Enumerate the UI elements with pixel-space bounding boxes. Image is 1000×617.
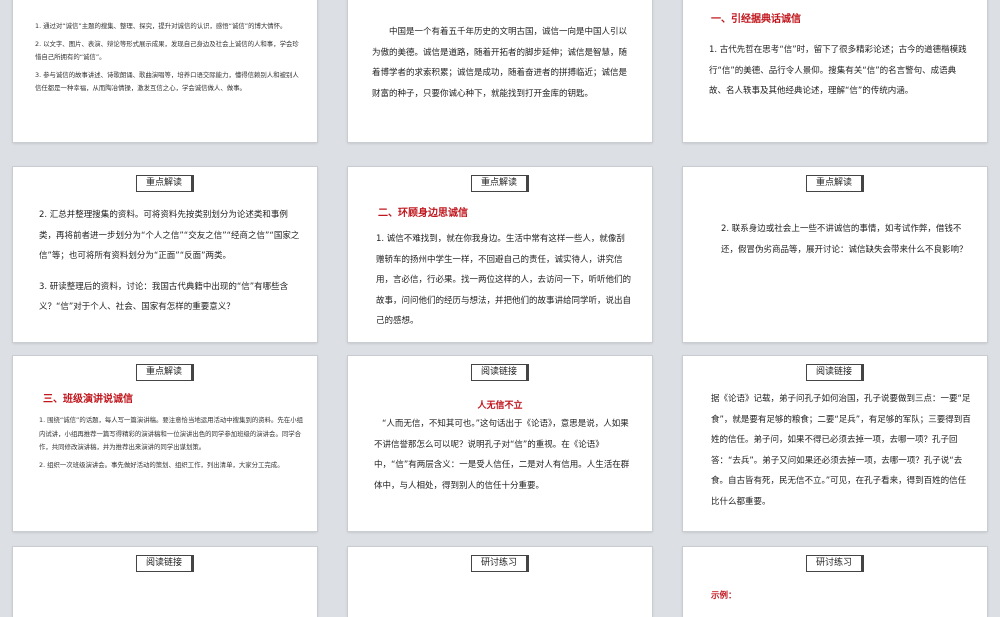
- slide-reading-link-1[interactable]: 阅读链接 人无信不立 “人而无信，不知其可也。”这句话出于《论语》，意思是说，人…: [348, 356, 652, 531]
- slide-practice-1[interactable]: 研讨练习: [348, 547, 652, 617]
- slide-tag: 研讨练习: [805, 555, 865, 572]
- section-three-heading: 三、班级演讲说诚信: [43, 394, 133, 405]
- list-item: 2. 组织一次班级演讲会。事先做好活动的策划、组织工作，列出清单，大家分工完成。: [39, 460, 284, 469]
- introduction-text: 中国是一个有着五千年历史的文明古国，诚信一向是中国人引以为傲的美德。诚信是道路，…: [372, 27, 628, 99]
- objectives-list: 1. 通过对“诚信”主题的搜集、整理、探究，提升对诚信的认识，感悟“诚信”的博大…: [35, 20, 303, 100]
- list-item: 1. 围绕“诚信”的话题，每人写一篇演讲稿。要注意恰当地运用活动中搜集到的资料。…: [39, 416, 303, 451]
- example-label: 示例：: [711, 591, 737, 601]
- slide-tag: 阅读链接: [805, 364, 865, 381]
- slide-key-points-3[interactable]: 重点解读 2. 联系身边或社会上一些不讲诚信的事情，如考试作弊，借钱不还，假冒伪…: [683, 167, 987, 342]
- key-points-text-3: 2. 联系身边或社会上一些不讲诚信的事情，如考试作弊，借钱不还，假冒伪劣商品等，…: [721, 224, 968, 255]
- slide-tag: 重点解读: [135, 364, 195, 381]
- slide-section-three[interactable]: 重点解读 三、班级演讲说诚信 1. 围绕“诚信”的话题，每人写一篇演讲稿。要注意…: [13, 356, 317, 531]
- key-points-text-1: 2. 汇总并整理搜集的资料。可将资料先按类别划分为论述类和事例类，再将前者进一步…: [39, 205, 301, 318]
- reading-text-1: “人而无信，不知其可也。”这句话出于《论语》，意思是说，人如果不讲信誉那怎么可以…: [374, 419, 630, 491]
- reading-title: 人无信不立: [477, 401, 523, 411]
- objective-item-1: 1. 通过对“诚信”主题的搜集、整理、探究，提升对诚信的认识，感悟“诚信”的博大…: [35, 22, 287, 30]
- slide-section-one[interactable]: 一、引经据典话诚信 1. 古代先哲在思考“信”时，留下了很多精彩论述；古今的道德…: [683, 0, 987, 142]
- slide-tag: 重点解读: [805, 175, 865, 192]
- slide-practice-2[interactable]: 研讨练习 示例：: [683, 547, 987, 617]
- section-two-text: 1. 诚信不难找到，就在你我身边。生活中常有这样一些人，就像刮赠轿车的扬州中学生…: [376, 234, 632, 326]
- slide-introduction[interactable]: 中国是一个有着五千年历史的文明古国，诚信一向是中国人引以为傲的美德。诚信是道路，…: [348, 0, 652, 142]
- section-three-list: 1. 围绕“诚信”的话题，每人写一篇演讲稿。要注意恰当地运用活动中搜集到的资料。…: [39, 414, 303, 476]
- section-one-text: 1. 古代先哲在思考“信”时，留下了很多精彩论述；古今的道德楷模践行“信”的美德…: [709, 45, 967, 96]
- slide-tag: 阅读链接: [470, 364, 530, 381]
- paragraph: 3. 研读整理后的资料，讨论：我国古代典籍中出现的“信”有哪些含义？“信”对于个…: [39, 281, 289, 313]
- slide-reading-link-2[interactable]: 阅读链接 据《论语》记载，弟子问孔子如何治国，孔子说要做到三点：一要“足食”，就…: [683, 356, 987, 531]
- paragraph: 2. 汇总并整理搜集的资料。可将资料先按类别划分为论述类和事例类，再将前者进一步…: [39, 210, 300, 261]
- slide-tag: 重点解读: [135, 175, 195, 192]
- section-one-heading: 一、引经据典话诚信: [711, 14, 801, 25]
- slide-tag: 重点解读: [470, 175, 530, 192]
- section-two-heading: 二、环顾身边思诚信: [378, 208, 468, 219]
- slide-section-two[interactable]: 重点解读 二、环顾身边思诚信 1. 诚信不难找到，就在你我身边。生活中常有这样一…: [348, 167, 652, 342]
- slide-tag: 阅读链接: [135, 555, 195, 572]
- objective-item-3: 3. 参与诚信的故事讲述、诗歌朗诵、歌曲演唱等，培养口语交际能力，懂得信赖别人和…: [35, 70, 299, 93]
- slide-objectives[interactable]: 1. 通过对“诚信”主题的搜集、整理、探究，提升对诚信的认识，感悟“诚信”的博大…: [13, 0, 317, 142]
- slide-key-points-1[interactable]: 重点解读 2. 汇总并整理搜集的资料。可将资料先按类别划分为论述类和事例类，再将…: [13, 167, 317, 342]
- reading-text-2: 据《论语》记载，弟子问孔子如何治国，孔子说要做到三点：一要“足食”，就是要有足够…: [711, 394, 971, 507]
- objective-item-2: 2. 以文字、图片、表演、辩论等形式展示成果，发现自己身边及社会上诚信的人和事，…: [35, 39, 299, 62]
- slide-reading-link-3[interactable]: 阅读链接: [13, 547, 317, 617]
- slide-tag: 研讨练习: [470, 555, 530, 572]
